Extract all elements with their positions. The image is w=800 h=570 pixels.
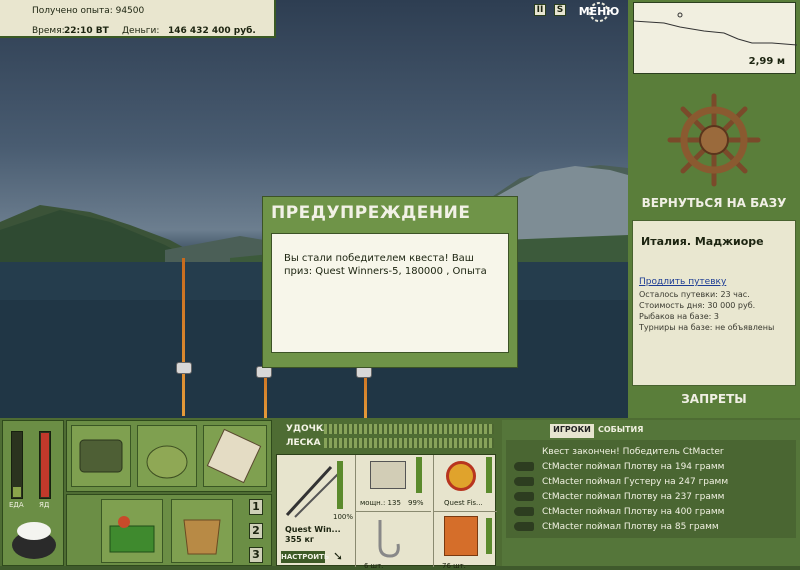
needs-panel: ЕДА ЯД	[2, 420, 64, 566]
fish-icon	[514, 477, 534, 486]
depth-value: 2,99 м	[748, 56, 785, 67]
setup-button[interactable]: НАСТРОИТЬ	[281, 551, 329, 563]
reel-slot[interactable]: мощн.: 135 99%	[355, 455, 431, 511]
fish-icon	[514, 462, 534, 471]
health-label: ЯД	[39, 501, 50, 509]
day-cost-text: Стоимость дня: 30 000 руб.	[639, 301, 756, 310]
reel-icon	[370, 461, 406, 489]
line-durability-bar	[486, 457, 492, 493]
arrow-icon: ➘	[333, 549, 344, 563]
ship-wheel-icon[interactable]	[664, 90, 764, 190]
fishers-text: Рыбаков на базе: 3	[639, 312, 719, 321]
line-name: Quest Fis...	[444, 499, 483, 507]
chat-line: CtMacter поймал Плотву на 237 грамм	[542, 492, 725, 502]
rod-percent: 100%	[333, 513, 354, 521]
status-bar: Получено опыта: 94500 Время: 22:10 ВТ Де…	[0, 0, 276, 38]
fish-icon	[514, 507, 534, 516]
money-label: Деньги:	[122, 26, 160, 36]
bait-slot[interactable]: 76 шт.	[433, 511, 497, 570]
time-label: Время:	[32, 26, 65, 36]
bucket-slot[interactable]	[171, 499, 233, 563]
bait-bag-slot[interactable]	[137, 425, 197, 487]
food-panel: 1 2 3	[66, 494, 272, 566]
fish-icon	[514, 522, 534, 531]
events-tab[interactable]: СОБЫТИЯ	[598, 424, 643, 438]
extend-trip-link[interactable]: Продлить путевку	[639, 277, 726, 287]
rod-slot[interactable]: Quest Win... 355 кг 100% НАСТРОИТЬ ➘	[277, 455, 353, 567]
menu-label: МЕНЮ	[578, 5, 620, 18]
quest-finished-message: Квест закончен! Победитель CtMacter	[542, 447, 724, 457]
bait-bag-icon	[146, 445, 188, 479]
inventory-tab-1[interactable]: 1	[249, 499, 263, 515]
rod-line-status: УДОЧКА ЛЕСКА	[276, 420, 496, 454]
map-icon	[206, 428, 262, 484]
health-bar	[39, 431, 51, 499]
map-slot[interactable]	[203, 425, 267, 487]
return-to-base-button[interactable]: ВЕРНУТЬСЯ НА БАЗУ	[628, 196, 800, 216]
remaining-text: Осталось путевки: 23 час.	[639, 290, 750, 299]
chat-line: CtMacter поймал Плотву на 194 грамм	[542, 462, 725, 472]
pot-icon[interactable]	[7, 515, 61, 563]
bucket-icon	[183, 519, 221, 555]
depth-sounder: 2,99 м	[633, 2, 797, 74]
reel-power: мощн.: 135	[360, 499, 401, 507]
bait-level-bar	[486, 518, 492, 554]
reel-durability-bar	[416, 457, 422, 493]
pause-button[interactable]: II	[534, 4, 546, 16]
location-info: Италия. Маджиоре Продлить путевку Остало…	[632, 220, 796, 386]
chat-log: Квест закончен! Победитель CtMacter CtMa…	[506, 440, 796, 538]
inventory-tab-2[interactable]: 2	[249, 523, 263, 539]
bags-panel	[66, 420, 272, 492]
time-value: 22:10 ВТ	[64, 26, 109, 36]
tackle-box-slot[interactable]	[71, 425, 131, 487]
bait-count: 76 шт.	[442, 562, 466, 570]
gear-panel: Quest Win... 355 кг 100% НАСТРОИТЬ ➘ мощ…	[276, 454, 497, 570]
food-bar	[11, 431, 23, 499]
fish-icon	[514, 492, 534, 501]
food-basket-slot[interactable]	[101, 499, 163, 563]
line-label: ЛЕСКА	[286, 438, 321, 448]
chat-line: CtMacter поймал Плотву на 85 грамм	[542, 522, 719, 532]
inventory-tab-3[interactable]: 3	[249, 547, 263, 563]
dialog-title: ПРЕДУПРЕЖДЕНИЕ	[271, 203, 471, 223]
basket-icon	[109, 516, 155, 553]
reel-1	[176, 362, 192, 374]
tackle-box-icon	[79, 439, 123, 473]
line-spool-icon	[446, 461, 476, 491]
line-tension-bar	[324, 438, 494, 448]
location-name: Италия. Маджиоре	[641, 235, 764, 248]
health-bar-fill	[41, 433, 49, 497]
hooks-count: 6 шт.	[364, 562, 384, 570]
dialog-message: Вы стали победителем квеста! Ваш приз: Q…	[271, 233, 509, 353]
tournaments-text: Турниры на базе: не объявлены	[639, 323, 775, 332]
reel-percent: 99%	[408, 499, 424, 507]
rod-tension-bar	[324, 424, 494, 434]
menu-button[interactable]: МЕНЮ	[574, 2, 624, 22]
chat-line: CtMacter поймал Плотву на 400 грамм	[542, 507, 725, 517]
bait-can-icon	[444, 516, 478, 556]
fishing-rod-1[interactable]	[182, 258, 185, 416]
money-value: 146 432 400 руб.	[168, 26, 256, 36]
chat-line: CtMacter поймал Густеру на 247 грамм	[542, 477, 729, 487]
hook-icon	[378, 520, 400, 558]
experience-text: Получено опыта: 94500	[32, 6, 145, 16]
players-tab[interactable]: ИГРОКИ	[550, 424, 594, 438]
rod-durability-bar	[337, 461, 343, 509]
bans-button[interactable]: ЗАПРЕТЫ	[628, 392, 800, 412]
warning-dialog[interactable]: ПРЕДУПРЕЖДЕНИЕ Вы стали победителем квес…	[262, 196, 518, 368]
food-label: ЕДА	[9, 501, 24, 509]
rod-weight: 355 кг	[285, 535, 315, 544]
hook-slot[interactable]: 6 шт.	[355, 511, 431, 570]
line-slot[interactable]: Quest Fis...	[433, 455, 497, 511]
food-bar-fill	[13, 487, 21, 497]
sound-button[interactable]: S	[554, 4, 566, 16]
helm-graphic	[667, 93, 761, 187]
rod-name: Quest Win...	[285, 525, 341, 534]
